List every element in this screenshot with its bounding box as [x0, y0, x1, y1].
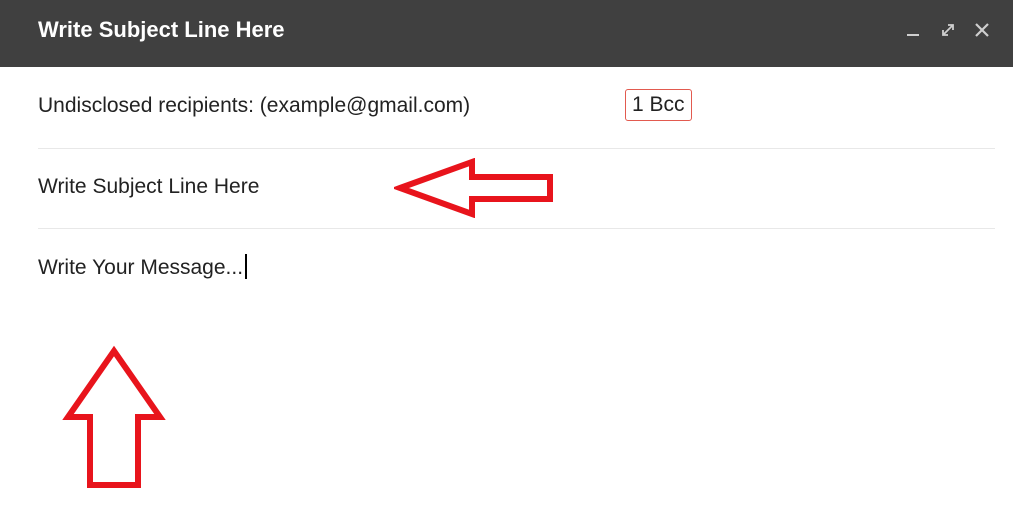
expand-icon [942, 24, 954, 36]
close-button[interactable] [965, 18, 999, 42]
close-icon [975, 23, 989, 37]
subject-input-value[interactable]: Write Subject Line Here [38, 173, 259, 201]
recipients-text: Undisclosed recipients: (example@gmail.c… [38, 94, 471, 117]
compose-titlebar[interactable]: Write Subject Line Here [0, 0, 1013, 67]
minimize-button[interactable] [897, 18, 931, 42]
minimize-icon [907, 34, 919, 36]
message-body[interactable]: Write Your Message... [38, 254, 988, 504]
expand-button[interactable] [931, 18, 965, 42]
recipients-field[interactable]: Undisclosed recipients: (example@gmail.c… [38, 68, 995, 149]
compose-window: Write Subject Line Here Undisclosed reci… [0, 0, 1013, 517]
left-arrow-annotation [394, 158, 553, 218]
bcc-badge[interactable]: 1 Bcc [625, 89, 692, 121]
up-arrow-annotation [62, 345, 166, 488]
message-text[interactable]: Write Your Message... [38, 256, 243, 279]
text-cursor [245, 254, 248, 279]
window-controls [897, 18, 999, 42]
compose-title: Write Subject Line Here [38, 17, 285, 42]
